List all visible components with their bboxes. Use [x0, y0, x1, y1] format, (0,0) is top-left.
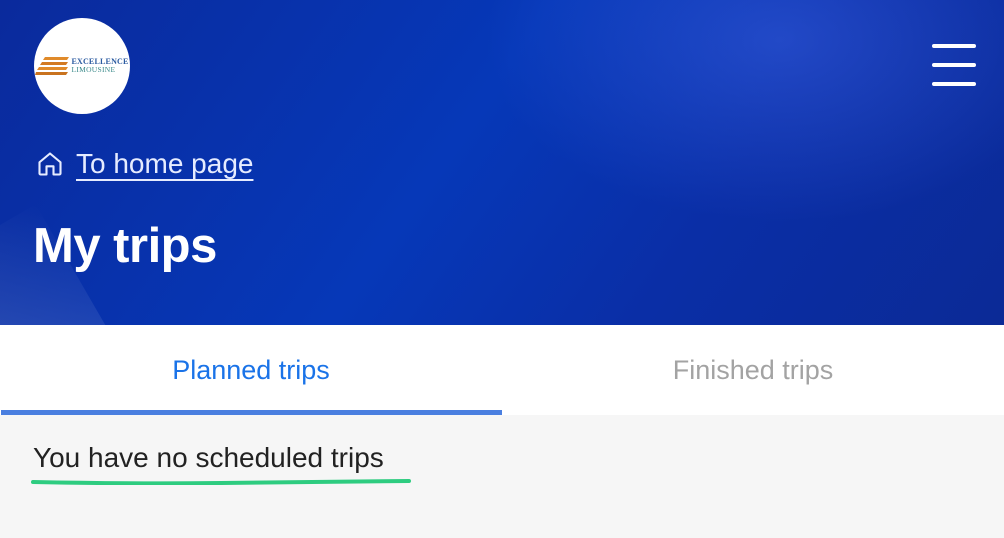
home-link[interactable]: To home page [36, 148, 253, 180]
empty-state-message: You have no scheduled trips [33, 442, 384, 473]
tab-planned-trips[interactable]: Planned trips [0, 325, 502, 415]
hamburger-menu-button[interactable] [930, 44, 978, 86]
trip-tabs: Planned trips Finished trips [0, 325, 1004, 415]
logo-text: EXCELLENCE LIMOUSINE [71, 58, 128, 74]
page-title: My trips [33, 219, 217, 273]
tab-finished-trips[interactable]: Finished trips [502, 325, 1004, 415]
page-header: EXCELLENCE LIMOUSINE To home page My tri… [0, 0, 1004, 325]
home-link-label[interactable]: To home page [76, 148, 253, 180]
home-icon [38, 152, 62, 176]
logo-stripes-icon [35, 57, 70, 75]
logo-mark: EXCELLENCE LIMOUSINE [35, 56, 128, 76]
hamburger-menu-icon [932, 44, 976, 48]
hamburger-menu-icon-bar [932, 82, 976, 86]
highlight-underline [31, 479, 411, 485]
hamburger-menu-icon-bar [932, 63, 976, 67]
logo-line2: LIMOUSINE [71, 65, 116, 75]
company-logo[interactable]: EXCELLENCE LIMOUSINE [34, 18, 130, 114]
